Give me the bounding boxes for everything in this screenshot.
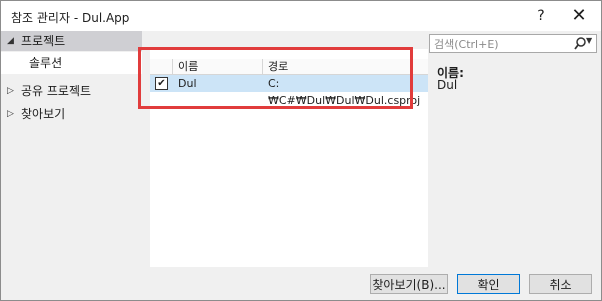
row-path: C:₩C#₩Dul₩Dul₩Dul.csproj bbox=[268, 77, 421, 107]
sidebar-item-label: 솔루션 bbox=[29, 56, 63, 70]
collapsed-arrow-icon: ▷ bbox=[7, 109, 14, 119]
title-bar: 참조 관리자 - Dul.App ? ✕ bbox=[1, 1, 601, 31]
help-button[interactable]: ? bbox=[529, 5, 553, 27]
details-pane: 검색(Ctrl+E) ▼ 이름: Dul bbox=[429, 31, 601, 267]
details-name-value: Dul bbox=[437, 78, 458, 92]
ok-button[interactable]: 확인 bbox=[457, 274, 520, 294]
table-row[interactable]: ✔ Dul C:₩C#₩Dul₩Dul₩Dul.csproj bbox=[150, 75, 428, 107]
search-icon[interactable] bbox=[573, 35, 587, 52]
column-divider bbox=[262, 59, 263, 74]
expanded-arrow-icon: ◢ bbox=[7, 36, 14, 46]
browse-button[interactable]: 찾아보기(B)... bbox=[370, 274, 448, 294]
dialog-footer: 찾아보기(B)... 확인 취소 bbox=[1, 267, 601, 300]
column-divider bbox=[172, 59, 173, 74]
search-placeholder: 검색(Ctrl+E) bbox=[434, 38, 499, 51]
grid-header: 이름 경로 bbox=[150, 59, 428, 75]
sidebar-item-solution[interactable]: 솔루션 bbox=[1, 52, 142, 74]
cancel-button[interactable]: 취소 bbox=[529, 274, 592, 294]
row-name: Dul bbox=[178, 77, 197, 90]
sidebar-item-browse[interactable]: ▷ 찾아보기 bbox=[1, 104, 142, 124]
sidebar-item-projects[interactable]: ◢ 프로젝트 bbox=[1, 31, 142, 51]
sidebar-item-label: 프로젝트 bbox=[21, 34, 66, 48]
sidebar-item-label: 찾아보기 bbox=[21, 107, 66, 121]
sidebar-item-shared-projects[interactable]: ▷ 공유 프로젝트 bbox=[1, 81, 142, 101]
collapsed-arrow-icon: ▷ bbox=[7, 86, 14, 96]
reference-list: 이름 경로 ✔ Dul C:₩C#₩Dul₩Dul₩Dul.csproj bbox=[150, 49, 428, 267]
reference-manager-dialog: 참조 관리자 - Dul.App ? ✕ ◢ 프로젝트 솔루션 ▷ 공유 프로젝… bbox=[0, 0, 602, 301]
window-title: 참조 관리자 - Dul.App bbox=[11, 11, 130, 25]
column-header-name[interactable]: 이름 bbox=[178, 59, 198, 74]
sidebar-item-label: 공유 프로젝트 bbox=[21, 84, 92, 98]
search-input[interactable]: 검색(Ctrl+E) ▼ bbox=[429, 34, 597, 53]
chevron-down-icon[interactable]: ▼ bbox=[586, 36, 592, 45]
close-button[interactable]: ✕ bbox=[565, 5, 593, 27]
reference-checkbox[interactable]: ✔ bbox=[155, 77, 168, 90]
category-sidebar: ◢ 프로젝트 솔루션 ▷ 공유 프로젝트 ▷ 찾아보기 bbox=[1, 31, 142, 267]
column-header-path[interactable]: 경로 bbox=[268, 59, 288, 74]
